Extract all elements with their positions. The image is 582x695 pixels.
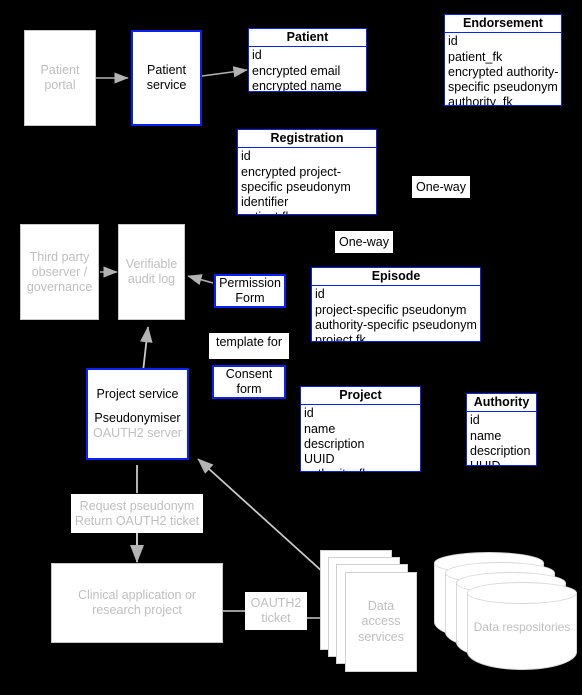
entity-episode-field-3: project fk bbox=[315, 333, 366, 342]
oauth-ticket-line2: ticket bbox=[261, 611, 291, 625]
permission-form-line1: Permission bbox=[219, 276, 281, 290]
entity-authority-field-1: name bbox=[470, 428, 502, 443]
entity-patient-field-0: id bbox=[252, 48, 262, 63]
oauth-ticket-line1: OAUTH2 bbox=[250, 596, 302, 610]
edge-projectservice-to-auditlog bbox=[140, 326, 153, 373]
entity-endorsement-field-1: patient_fk bbox=[448, 49, 503, 64]
entity-endorsement[interactable]: Endorsement id patient_fk encrypted auth… bbox=[444, 14, 562, 106]
entity-project-field-0: id bbox=[304, 406, 314, 421]
patient-portal-label-line1: Patient bbox=[40, 63, 80, 77]
entity-registration-title: Registration bbox=[238, 130, 376, 149]
entity-project-field-2: description bbox=[304, 436, 365, 451]
consent-form-line1: Consent bbox=[225, 367, 273, 381]
one-way-lower-text: One-way bbox=[338, 234, 390, 249]
entity-patient-field-1: encrypted email bbox=[252, 63, 341, 78]
third-party-label-line2: observer / bbox=[31, 264, 88, 279]
project-service-pseudonymiser-label: Pseudonymiser bbox=[94, 411, 181, 425]
entity-patient[interactable]: Patient id encrypted email encrypted nam… bbox=[248, 28, 367, 92]
third-party-label-line1: Third party bbox=[29, 249, 90, 264]
patient-portal-label-line2: portal bbox=[44, 78, 76, 92]
edge-service-to-patient bbox=[201, 66, 248, 78]
patient-service-label-line1: Patient bbox=[147, 63, 186, 77]
one-way-label-lower: One-way bbox=[335, 231, 393, 253]
project-service-oauth-label: OAUTH2 server bbox=[93, 426, 182, 440]
audit-log-label-line1: Verifiable bbox=[125, 257, 178, 271]
entity-authority-title: Authority bbox=[467, 394, 536, 413]
one-way-upper-text: One-way bbox=[415, 179, 467, 194]
project-service-box[interactable]: Project service Pseudonymiser OAUTH2 ser… bbox=[86, 368, 189, 460]
entity-authority-field-2: description bbox=[470, 443, 531, 458]
entity-authority-field-0: id bbox=[470, 413, 480, 428]
entity-endorsement-field-3: specific pseudonym bbox=[448, 80, 558, 95]
entity-registration-field-4: patient fk bbox=[241, 210, 376, 214]
template-for-text: template for bbox=[215, 335, 282, 349]
entity-endorsement-field-4: authority_fk bbox=[448, 95, 513, 106]
third-party-observer-box[interactable]: Third party observer / governance bbox=[20, 224, 99, 320]
entity-endorsement-field-0: id bbox=[448, 34, 458, 49]
entity-project-fields: id name description UUID authority_fk bbox=[301, 405, 420, 471]
request-pseudonym-label: Request pseudonym Return OAUTH2 ticket bbox=[71, 494, 203, 533]
one-way-label-upper: One-way bbox=[412, 176, 470, 198]
data-access-label-line3: services bbox=[358, 629, 404, 644]
audit-log-label-line2: audit log bbox=[127, 272, 176, 286]
entity-registration-field-2: specific pseudonym bbox=[241, 179, 351, 194]
entity-endorsement-field-2: encrypted authority- bbox=[448, 64, 559, 79]
entity-project[interactable]: Project id name description UUID authori… bbox=[300, 386, 421, 472]
entity-authority-fields: id name description UUID bbox=[467, 412, 536, 465]
diagram-canvas: Patient portal Patient service Third par… bbox=[0, 0, 582, 695]
data-access-services-stack[interactable]: Data access services bbox=[320, 550, 436, 672]
consent-form-line2: form bbox=[236, 382, 262, 396]
entity-project-field-1: name bbox=[304, 421, 336, 436]
entity-project-field-3: UUID bbox=[304, 452, 335, 467]
entity-registration-field-0: id bbox=[241, 149, 251, 164]
entity-project-field-4: authority_fk bbox=[304, 467, 420, 471]
entity-project-title: Project bbox=[301, 387, 420, 406]
data-repositories-stack[interactable]: Data respositories bbox=[434, 552, 582, 672]
entity-episode-field-2: authority-specific pseudonym bbox=[315, 317, 477, 332]
data-repositories-label: Data respositories bbox=[473, 620, 571, 634]
entity-episode-field-1: project-specific pseudonym bbox=[315, 302, 467, 317]
clinical-application-box[interactable]: Clinical application or research project bbox=[51, 563, 223, 643]
entity-registration[interactable]: Registration id encrypted project- speci… bbox=[237, 129, 377, 215]
entity-episode-title: Episode bbox=[312, 268, 480, 287]
third-party-label-line3: governance bbox=[26, 279, 93, 294]
edge-permissionform-to-auditlog bbox=[187, 274, 214, 286]
data-access-card-front[interactable]: Data access services bbox=[345, 572, 417, 672]
project-service-title: Project service bbox=[96, 387, 179, 401]
patient-portal-box[interactable]: Patient portal bbox=[24, 30, 96, 126]
entity-patient-title: Patient bbox=[249, 29, 366, 48]
entity-episode-field-0: id bbox=[315, 287, 325, 302]
template-for-label: template for bbox=[209, 333, 289, 359]
verifiable-audit-log-box[interactable]: Verifiable audit log bbox=[118, 224, 185, 320]
entity-endorsement-fields: id patient_fk encrypted authority- speci… bbox=[445, 33, 561, 106]
patient-service-box[interactable]: Patient service bbox=[131, 30, 202, 126]
entity-registration-fields: id encrypted project- specific pseudonym… bbox=[238, 148, 376, 214]
clinical-app-label-line1: Clinical application or bbox=[77, 588, 197, 602]
entity-episode[interactable]: Episode id project-specific pseudonym au… bbox=[311, 267, 481, 342]
entity-patient-field-2: encrypted name bbox=[252, 78, 342, 92]
entity-patient-fields: id encrypted email encrypted name bbox=[249, 47, 366, 92]
entity-registration-field-3: identifier bbox=[241, 195, 289, 210]
request-pseudonym-line2: Return OAUTH2 ticket bbox=[74, 513, 200, 528]
clinical-app-label-line2: research project bbox=[92, 603, 182, 617]
permission-form-line2: Form bbox=[235, 291, 265, 305]
entity-authority-field-3: UUID bbox=[470, 459, 536, 465]
data-access-label-line1: Data bbox=[367, 598, 395, 613]
entity-authority[interactable]: Authority id name description UUID bbox=[466, 393, 537, 466]
data-repository-cylinder-1[interactable]: Data respositories bbox=[467, 582, 577, 670]
patient-service-label-line2: service bbox=[146, 78, 187, 92]
data-access-label-line2: access bbox=[361, 614, 401, 629]
entity-registration-field-1: encrypted project- bbox=[241, 164, 342, 179]
permission-form-label[interactable]: Permission Form bbox=[214, 274, 286, 308]
entity-endorsement-title: Endorsement bbox=[445, 15, 561, 34]
entity-episode-fields: id project-specific pseudonym authority-… bbox=[312, 286, 480, 342]
request-pseudonym-line1: Request pseudonym bbox=[79, 498, 195, 513]
oauth-ticket-label: OAUTH2 ticket bbox=[245, 592, 307, 630]
consent-form-label[interactable]: Consent form bbox=[212, 365, 286, 399]
